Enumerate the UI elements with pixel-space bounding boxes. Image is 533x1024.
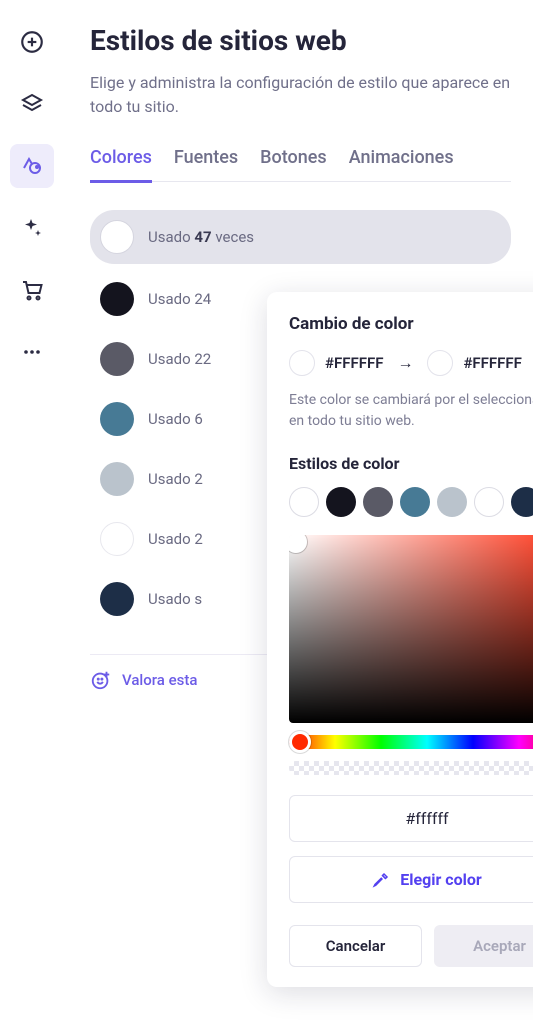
add-button[interactable] [10,20,54,64]
saturation-thumb[interactable] [289,535,307,553]
tab-animations[interactable]: Animaciones [349,147,454,183]
hue-thumb[interactable] [289,731,311,753]
rate-label: Valora esta [122,671,197,689]
usage-label: Usado 47 veces [148,228,254,246]
cart-icon [20,278,44,302]
color-swatch [100,342,134,376]
layers-icon [20,92,44,116]
color-styles-heading: Estilos de color [289,454,533,473]
usage-label: Usado s [148,590,202,608]
hex-input[interactable] [289,795,533,842]
more-button[interactable] [10,330,54,374]
alpha-slider[interactable] [289,761,533,775]
cancel-button[interactable]: Cancelar [289,925,422,967]
page-title: Estilos de sitios web [90,24,511,57]
tab-fonts[interactable]: Fuentes [174,147,238,183]
hue-slider[interactable] [289,735,533,749]
palette-swatch[interactable] [400,487,430,517]
palette-swatch[interactable] [474,487,504,517]
usage-label: Usado 2 [148,470,203,488]
palette-swatch[interactable] [437,487,467,517]
color-change-popover: Cambio de color #FFFFFF → #FFFFFF Este c… [267,292,533,987]
usage-label: Usado 6 [148,410,203,428]
main-content: Estilos de sitios web Elige y administra… [64,0,533,1024]
from-color-swatch [289,350,315,376]
left-sidebar [0,0,64,1024]
palette-swatch[interactable] [326,487,356,517]
magic-button[interactable] [10,206,54,250]
arrow-right-icon: → [397,353,413,373]
sparkle-icon [20,216,44,240]
color-row[interactable]: Usado 47 veces [90,210,511,264]
usage-label: Usado 22 [148,350,211,368]
palette-row [289,487,533,517]
usage-label: Usado 2 [148,530,203,548]
to-hex: #FFFFFF [463,354,521,372]
plus-circle-icon [19,29,45,55]
color-swatch [100,220,134,254]
color-swatch [100,522,134,556]
palette-swatch[interactable] [363,487,393,517]
palette-swatch[interactable] [289,487,319,517]
eyedropper-icon [372,871,390,889]
more-horizontal-icon [20,340,44,364]
from-hex: #FFFFFF [325,354,383,372]
tab-colors[interactable]: Colores [90,147,152,183]
color-swatch [100,462,134,496]
color-swatch [100,282,134,316]
popover-header: Cambio de color [289,314,533,334]
smile-plus-icon [90,669,112,691]
color-swap-row: #FFFFFF → #FFFFFF [289,350,533,376]
color-swatch [100,582,134,616]
layers-button[interactable] [10,82,54,126]
popover-title: Cambio de color [289,314,414,334]
tab-buttons[interactable]: Botones [260,147,327,183]
page-description: Elige y administra la configuración de e… [90,71,511,119]
brush-palette-icon [20,154,44,178]
usage-label: Usado 24 [148,290,211,308]
styles-button[interactable] [10,144,54,188]
to-color-swatch [427,350,453,376]
cart-button[interactable] [10,268,54,312]
style-tabs: Colores Fuentes Botones Animaciones [90,147,511,182]
eyedropper-label: Elegir color [400,870,482,889]
color-swatch [100,402,134,436]
palette-swatch[interactable] [511,487,533,517]
saturation-picker[interactable] [289,535,533,723]
popover-actions: Cancelar Aceptar [289,925,533,967]
accept-button[interactable]: Aceptar [434,925,533,967]
popover-description: Este color se cambiará por el selecciona… [289,390,533,432]
eyedropper-button[interactable]: Elegir color [289,856,533,903]
